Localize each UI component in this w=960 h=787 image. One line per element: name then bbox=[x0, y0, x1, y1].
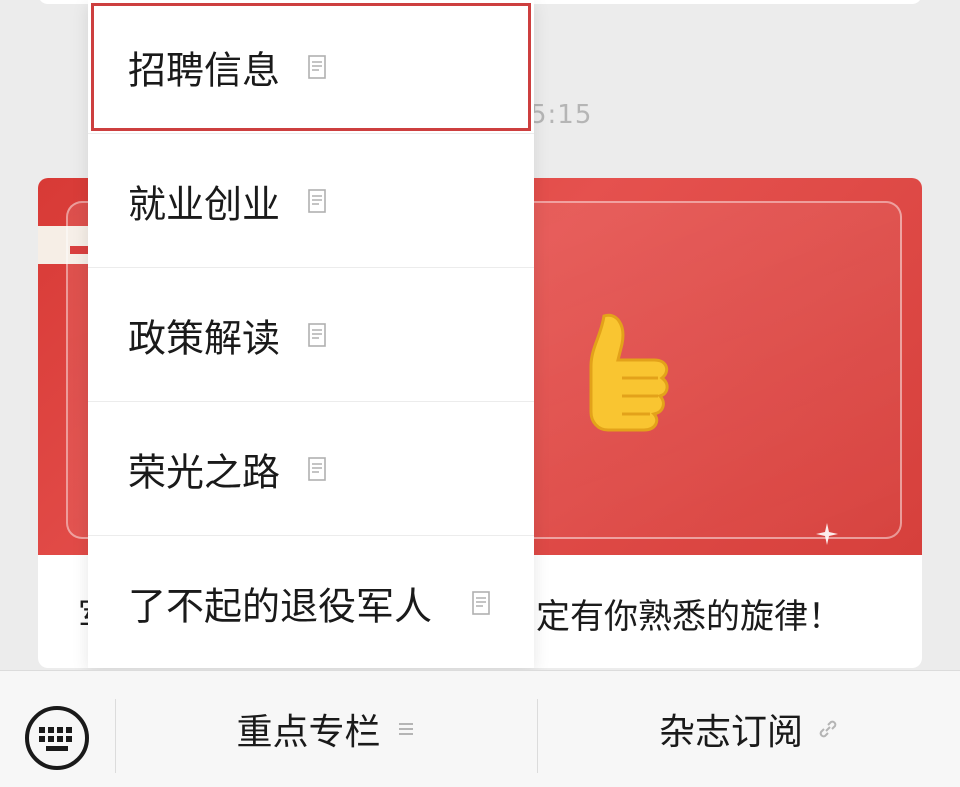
sparkle-icon bbox=[816, 523, 838, 545]
submenu-item-label: 就业创业 bbox=[128, 182, 281, 226]
menu-tab-label: 重点专栏 bbox=[236, 712, 381, 753]
menu-tab-label: 杂志订阅 bbox=[658, 712, 803, 753]
link-icon bbox=[819, 720, 837, 738]
bottom-menu-bar: 重点专栏 杂志订阅 bbox=[0, 670, 960, 787]
menu-tab-magazine[interactable]: 杂志订阅 bbox=[538, 671, 960, 787]
submenu-popup: 招聘信息 就业创业 政策解读 荣光之路 了不起的退役军人 bbox=[88, 0, 534, 668]
keyboard-icon[interactable] bbox=[24, 705, 90, 771]
submenu-item-policy[interactable]: 政策解读 bbox=[88, 268, 534, 402]
menu-tab-key-columns[interactable]: 重点专栏 bbox=[116, 671, 537, 787]
submenu-item-employment[interactable]: 就业创业 bbox=[88, 134, 534, 268]
submenu-item-veterans[interactable]: 了不起的退役军人 bbox=[88, 536, 534, 670]
document-icon bbox=[472, 591, 490, 615]
article-title-text: 定有你熟悉的旋律！ bbox=[536, 597, 842, 637]
message-timestamp: 5:15 bbox=[530, 100, 593, 130]
thumbs-up-icon bbox=[589, 313, 669, 432]
submenu-item-recruitment[interactable]: 招聘信息 bbox=[88, 0, 534, 134]
document-icon bbox=[308, 188, 326, 213]
submenu-item-label: 招聘信息 bbox=[128, 48, 281, 92]
document-icon bbox=[308, 322, 326, 347]
menu-lines-icon bbox=[398, 723, 413, 735]
submenu-item-label: 了不起的退役军人 bbox=[128, 584, 433, 629]
submenu-item-label: 荣光之路 bbox=[128, 450, 281, 494]
document-icon bbox=[308, 456, 326, 481]
document-icon bbox=[308, 54, 326, 79]
submenu-item-label: 政策解读 bbox=[128, 316, 281, 360]
submenu-item-glory-road[interactable]: 荣光之路 bbox=[88, 402, 534, 536]
